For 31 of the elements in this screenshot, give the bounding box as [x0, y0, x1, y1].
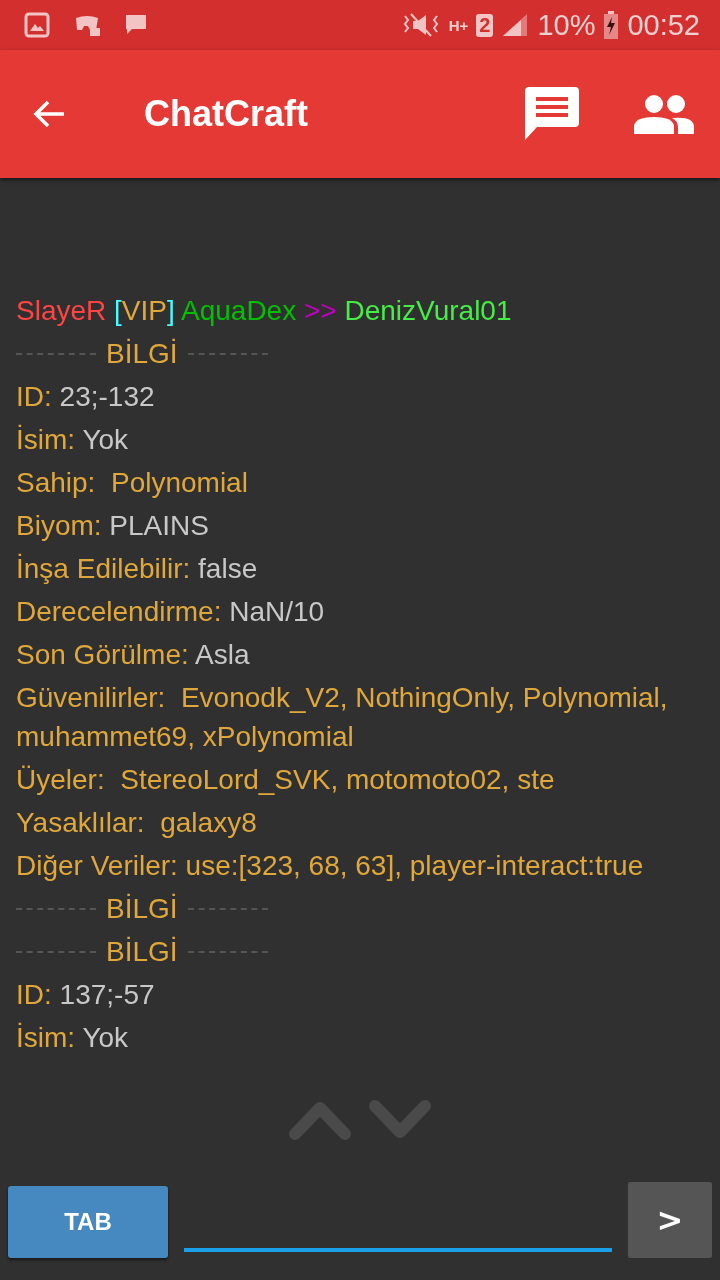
chat-line: İsim: Yok: [16, 1021, 130, 1055]
people-icon[interactable]: [634, 94, 694, 134]
chat-line: SlayeR [VIP] AquaDex >> DenizVural01: [16, 294, 513, 328]
sim-slot: 2: [476, 13, 494, 37]
chat-line: ID: 23;-132: [16, 380, 156, 414]
section-heading: BİLGİ: [106, 337, 178, 371]
chat-line: İnşa Edilebilir: false: [16, 552, 259, 586]
image-icon: [24, 12, 50, 38]
back-arrow-icon[interactable]: [32, 99, 66, 129]
tab-button[interactable]: TAB: [8, 1186, 168, 1258]
message-icon[interactable]: [524, 87, 580, 141]
chat-line: Diğer Veriler: use:[323, 68, 63], player-interact:true: [16, 849, 645, 883]
chat-line: Biyom: PLAINS: [16, 509, 210, 543]
chat-line: İsim: Yok: [16, 423, 130, 457]
chat-line: Güvenilirler: Evonodk_V2, NothingOnly, Polynomial, muhammet69, xPolynomial: [16, 681, 669, 754]
battery-percent: 10%: [537, 8, 596, 42]
section-heading: BİLGİ: [106, 892, 178, 926]
chat-line: Yasaklılar: galaxy8: [16, 806, 258, 840]
chat-line: Sahip: Polynomial: [16, 466, 249, 500]
send-button[interactable]: >: [628, 1182, 712, 1258]
signal-icon: [501, 12, 530, 38]
battery-charging-icon: [603, 11, 620, 39]
chat-line: ID: 137;-57: [16, 978, 156, 1012]
chat-line: Üyeler: StereoLord_SVK, motomoto02, ste: [16, 763, 556, 797]
app-title: ChatCraft: [144, 93, 308, 135]
chat-line: Derecelendirme: NaN/10: [16, 595, 326, 629]
network-type: H+: [448, 16, 469, 34]
clock: 00:52: [627, 8, 700, 42]
chat-line: Son Görülme: Asla: [16, 638, 251, 672]
chat-icon: [124, 13, 148, 37]
section-heading: BİLGİ: [106, 935, 178, 969]
